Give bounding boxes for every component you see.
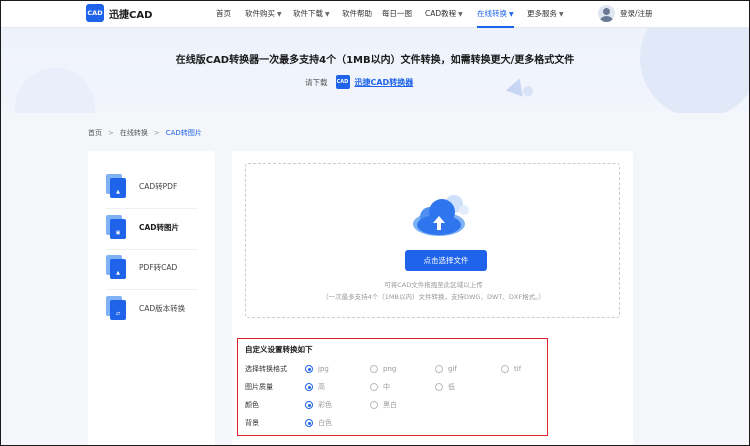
radio-format-jpg[interactable]: jpg — [305, 365, 329, 373]
radio-unchecked-icon — [370, 365, 378, 373]
radio-color-bw[interactable]: 黑白 — [370, 400, 397, 410]
cloud-upload-icon — [413, 195, 469, 236]
sidebar-item-cad-to-pdf[interactable]: ▲ CAD转PDF — [106, 170, 198, 202]
banner-title: 在线版CAD转换器一次最多支持4个（1MB以内）文件转换，如需转换更大/更多格式… — [175, 55, 575, 66]
breadcrumb-online-convert[interactable]: 在线转换 — [120, 128, 148, 138]
decor-dot — [523, 86, 533, 96]
chevron-down-icon: ▼ — [559, 11, 564, 18]
cad-to-pdf-icon: ▲ — [106, 174, 128, 198]
file-drop-zone[interactable]: 点击选择文件 可将CAD文件拖拽至此区域以上传 （一次最多支持4个（1MB以内）… — [245, 163, 620, 318]
radio-checked-icon — [305, 383, 313, 391]
divider — [106, 249, 198, 250]
radio-checked-icon — [305, 401, 313, 409]
decor-circle — [15, 68, 95, 113]
download-converter-link[interactable]: 迅捷CAD转换器 — [355, 77, 414, 88]
sidebar-item-cad-version[interactable]: ⇄ CAD版本转换 — [106, 292, 198, 324]
sidebar-item-label: CAD转图片 — [139, 222, 180, 232]
notice-banner: 在线版CAD转换器一次最多支持4个（1MB以内）文件转换，如需转换更大/更多格式… — [0, 28, 750, 113]
cad-app-icon[interactable]: CAD — [335, 75, 350, 89]
breadcrumb-separator-icon: > — [153, 129, 160, 137]
radio-unchecked-icon — [435, 383, 443, 391]
radio-unchecked-icon — [501, 365, 509, 373]
conversion-settings: 自定义设置转换如下 选择转换格式 jpg png gif tif 图片质量 高 … — [237, 338, 548, 436]
nav-online-convert[interactable]: 在线转换 ▼ — [477, 0, 514, 28]
setting-label: 图片质量 — [245, 383, 273, 391]
cad-version-icon: ⇄ — [106, 296, 128, 320]
setting-label: 颜色 — [245, 401, 259, 409]
nav-buy[interactable]: 软件购买 ▼ — [245, 0, 282, 28]
sidebar-item-label: CAD转PDF — [139, 181, 178, 191]
radio-quality-high[interactable]: 高 — [305, 382, 325, 392]
converter-sidebar: ▲ CAD转PDF ▣ CAD转图片 ▲ PDF转CAD ⇄ CAD版本转换 — [88, 151, 215, 446]
sidebar-item-pdf-to-cad[interactable]: ▲ PDF转CAD — [106, 251, 198, 283]
nav-home[interactable]: 首页 — [216, 0, 231, 28]
pdf-to-cad-icon: ▲ — [106, 255, 128, 279]
sidebar-item-cad-to-image[interactable]: ▣ CAD转图片 — [106, 211, 198, 243]
nav-help[interactable]: 软件帮助 — [342, 0, 372, 28]
nav-more-services[interactable]: 更多服务 ▼ — [527, 0, 564, 28]
nav-daily[interactable]: 每日一图 — [382, 0, 412, 28]
cad-to-image-icon: ▣ — [106, 215, 128, 239]
breadcrumb-separator-icon: > — [108, 129, 114, 137]
nav-tutorial[interactable]: CAD教程 ▼ — [425, 0, 463, 28]
download-label: 请下载 — [305, 77, 328, 87]
converter-panel: 点击选择文件 可将CAD文件拖拽至此区域以上传 （一次最多支持4个（1MB以内）… — [232, 151, 633, 446]
logo-text: 迅捷CAD — [109, 9, 153, 21]
chevron-down-icon: ▼ — [458, 11, 463, 18]
breadcrumb-home[interactable]: 首页 — [88, 128, 102, 138]
radio-quality-medium[interactable]: 中 — [370, 382, 390, 392]
radio-quality-low[interactable]: 低 — [435, 382, 455, 392]
setting-label: 背景 — [245, 419, 259, 427]
decor-circle — [640, 28, 750, 113]
radio-color-color[interactable]: 彩色 — [305, 400, 332, 410]
chevron-down-icon: ▼ — [277, 11, 282, 18]
settings-title: 自定义设置转换如下 — [245, 345, 313, 354]
cad-logo-icon: CAD — [86, 4, 104, 22]
breadcrumb: 首页 > 在线转换 > CAD转图片 — [88, 128, 202, 138]
divider — [106, 289, 198, 290]
radio-unchecked-icon — [370, 401, 378, 409]
sidebar-item-label: PDF转CAD — [139, 262, 178, 272]
select-file-button[interactable]: 点击选择文件 — [405, 250, 487, 271]
sidebar-item-label: CAD版本转换 — [139, 303, 186, 313]
radio-unchecked-icon — [435, 365, 443, 373]
top-header: CAD 迅捷CAD 首页 软件购买 ▼ 软件下载 ▼ 软件帮助 每日一图 CAD教程… — [0, 0, 750, 28]
nav-download[interactable]: 软件下载 ▼ — [293, 0, 330, 28]
chevron-down-icon: ▼ — [325, 11, 330, 18]
chevron-down-icon: ▼ — [509, 11, 514, 18]
drag-hint: 可将CAD文件拖拽至此区域以上传 — [384, 281, 483, 289]
radio-unchecked-icon — [370, 383, 378, 391]
radio-format-gif[interactable]: gif — [435, 365, 457, 373]
radio-format-tif[interactable]: tif — [501, 365, 521, 373]
radio-format-png[interactable]: png — [370, 365, 396, 373]
format-hint: （一次最多支持4个（1MB以内）文件转换，支持DWG、DWT、DXF格式。） — [322, 293, 545, 301]
setting-label: 选择转换格式 — [245, 365, 287, 373]
breadcrumb-current: CAD转图片 — [165, 129, 202, 137]
radio-checked-icon — [305, 365, 313, 373]
user-avatar-icon[interactable] — [598, 5, 615, 22]
radio-checked-icon — [305, 419, 313, 427]
site-logo[interactable]: CAD 迅捷CAD — [86, 4, 152, 22]
divider — [106, 208, 198, 209]
radio-background-white[interactable]: 白色 — [305, 418, 332, 428]
login-register-link[interactable]: 登录/注册 — [620, 0, 653, 28]
download-row: 请下载 CAD 迅捷CAD转换器 — [305, 75, 413, 89]
